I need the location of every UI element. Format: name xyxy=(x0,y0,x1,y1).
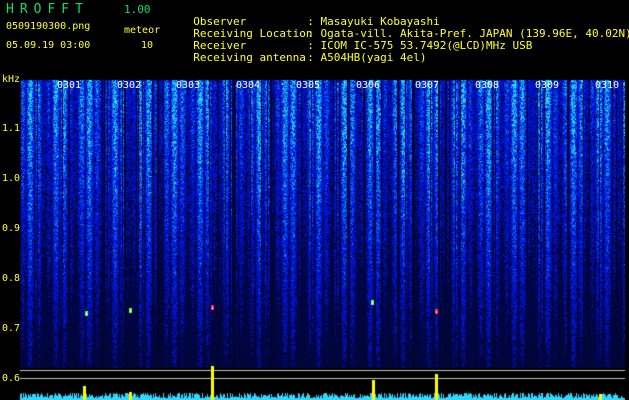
time-tick-0306: 0306 xyxy=(356,80,381,91)
freq-tick-0.6: 0.6 xyxy=(2,373,21,384)
freq-tick-0.7: 0.7 xyxy=(2,323,21,334)
time-tick-0307: 0307 xyxy=(415,80,440,91)
observation-datetime: 05.09.19 03:00 xyxy=(6,40,91,51)
frequency-unit-label: kHz xyxy=(2,74,21,85)
app-title: HROFFT xyxy=(6,2,89,17)
time-tick-0302: 0302 xyxy=(117,80,142,91)
freq-tick-1.0: 1.0 xyxy=(2,173,21,184)
time-tick-0308: 0308 xyxy=(475,80,500,91)
antenna-key: Receiving antenna xyxy=(193,51,306,64)
freq-tick-1.1: 1.1 xyxy=(2,123,21,134)
meteor-count: 10 xyxy=(141,40,154,51)
version-label: 1.00 xyxy=(124,3,151,16)
time-tick-0305: 0305 xyxy=(296,80,321,91)
time-tick-0301: 0301 xyxy=(57,80,82,91)
file-name: 0509190300.png xyxy=(6,21,91,32)
time-tick-0304: 0304 xyxy=(236,80,261,91)
freq-tick-0.8: 0.8 xyxy=(2,273,21,284)
antenna-value: : A504HB(yagi 4el) xyxy=(307,51,427,64)
time-tick-0309: 0309 xyxy=(535,80,560,91)
time-tick-0310: 0310 xyxy=(595,80,620,91)
time-tick-0303: 0303 xyxy=(176,80,201,91)
freq-tick-0.9: 0.9 xyxy=(2,223,21,234)
antenna-row: Receiving antenna: A504HB(yagi 4el) xyxy=(180,41,426,63)
meteor-label: meteor xyxy=(124,25,161,36)
